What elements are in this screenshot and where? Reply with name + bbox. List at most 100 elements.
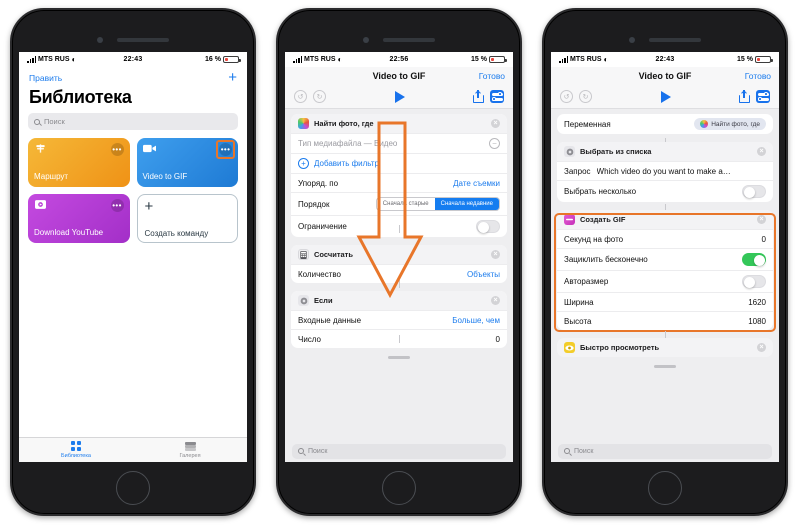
search-placeholder: Поиск: [574, 447, 594, 455]
select-multiple-toggle[interactable]: [742, 185, 766, 198]
block-connector: [399, 280, 400, 288]
row-input-condition[interactable]: Входные данные Больше, чем: [291, 310, 507, 329]
battery-percent-label: 16 %: [205, 56, 221, 63]
row-value[interactable]: 1620: [748, 298, 766, 307]
undo-button[interactable]: ↺: [560, 90, 573, 103]
segment-oldest-first[interactable]: Сначала старые: [376, 198, 435, 210]
row-value[interactable]: 0: [496, 335, 500, 344]
action-block-quick-look[interactable]: Быстро просмотреть ×: [557, 338, 773, 357]
shortcut-menu-button[interactable]: •••: [110, 143, 124, 156]
action-block-variable[interactable]: Переменная Найти фото, где: [557, 114, 773, 134]
sheet-grabber[interactable]: [388, 356, 410, 359]
share-icon[interactable]: [739, 89, 750, 103]
front-camera-icon: [363, 37, 369, 43]
action-block-make-gif[interactable]: Создать GIF × Секунд на фото 0 Зациклить…: [557, 210, 773, 330]
remove-action-button[interactable]: ×: [491, 119, 500, 128]
play-icon[interactable]: [660, 90, 671, 103]
row-select-multiple[interactable]: Выбрать несколько: [557, 180, 773, 202]
row-value[interactable]: 1080: [748, 317, 766, 326]
remove-action-button[interactable]: ×: [757, 147, 766, 156]
row-media-type[interactable]: Тип медиафайла — Видео −: [291, 133, 507, 153]
shortcut-card-marshrut[interactable]: Маршрут •••: [28, 138, 130, 187]
row-variable[interactable]: Переменная Найти фото, где: [557, 114, 773, 134]
row-seconds-per-photo[interactable]: Секунд на фото 0: [557, 229, 773, 248]
row-loop-forever[interactable]: Зациклить бесконечно: [557, 248, 773, 270]
done-button[interactable]: Готово: [479, 71, 505, 81]
row-value[interactable]: 0: [762, 235, 766, 244]
action-block-choose-from-list[interactable]: Выбрать из списка × Запрос Which video d…: [557, 142, 773, 202]
undo-button[interactable]: ↺: [294, 90, 307, 103]
action-block-count[interactable]: Сосчитать × Количество Объекты: [291, 245, 507, 283]
tab-library[interactable]: Библиотека: [19, 441, 133, 459]
phone-3-search-bar[interactable]: Поиск: [551, 440, 779, 462]
row-value[interactable]: Объекты: [467, 270, 500, 279]
status-right: 15 %: [674, 55, 773, 64]
auto-size-toggle[interactable]: [742, 275, 766, 288]
limit-toggle[interactable]: [476, 220, 500, 233]
status-right: 16 %: [142, 55, 241, 64]
row-label: Ограничение: [298, 222, 347, 231]
row-value[interactable]: Больше, чем: [452, 316, 500, 325]
front-camera-icon: [97, 37, 103, 43]
tab-gallery[interactable]: Галерея: [133, 441, 247, 459]
remove-action-button[interactable]: ×: [491, 250, 500, 259]
sliders-icon[interactable]: [756, 90, 770, 103]
wifi-icon: ◐: [603, 54, 609, 64]
editor-title: Video to GIF: [638, 71, 692, 81]
segment-newest-first[interactable]: Сначала недавние: [434, 198, 499, 210]
play-icon[interactable]: [394, 90, 405, 103]
row-prompt[interactable]: Запрос Which video do you want to make a…: [557, 161, 773, 180]
phone-3-column: MTS RUS ◐ 22:43 15 % Video to GIF Готово…: [532, 0, 798, 528]
battery-icon: [223, 55, 241, 64]
home-button[interactable]: [382, 471, 416, 505]
shortcut-card-download-youtube[interactable]: Download YouTube •••: [28, 194, 130, 243]
action-header: Если ×: [291, 291, 507, 310]
row-add-filter[interactable]: + Добавить фильтр: [291, 153, 507, 173]
row-order[interactable]: Порядок Сначала старые Сначала недавние: [291, 192, 507, 215]
add-shortcut-button[interactable]: +: [228, 70, 237, 85]
edit-button[interactable]: Править: [29, 73, 62, 83]
row-value[interactable]: Which video do you want to make a…: [597, 167, 731, 176]
loop-forever-toggle[interactable]: [742, 253, 766, 266]
share-icon[interactable]: [473, 89, 484, 103]
remove-action-button[interactable]: ×: [757, 215, 766, 224]
phone-2-search-bar[interactable]: Поиск: [285, 440, 513, 462]
done-button[interactable]: Готово: [745, 71, 771, 81]
row-width[interactable]: Ширина 1620: [557, 292, 773, 311]
sliders-icon[interactable]: [490, 90, 504, 103]
remove-action-button[interactable]: ×: [757, 343, 766, 352]
order-segmented-control[interactable]: Сначала старые Сначала недавние: [375, 197, 500, 211]
grid-icon: [71, 441, 81, 451]
wifi-icon: ◐: [71, 54, 77, 64]
row-auto-size[interactable]: Авторазмер: [557, 270, 773, 292]
create-shortcut-label: Создать команду: [144, 229, 209, 238]
carrier-label: MTS RUS: [570, 56, 602, 63]
search-input[interactable]: Поиск: [558, 443, 772, 459]
phone-2-navbar: Video to GIF Готово: [285, 67, 513, 85]
phone-2-frame: MTS RUS ◐ 22:56 15 % Video to GIF Готово…: [276, 8, 522, 516]
home-button[interactable]: [648, 471, 682, 505]
redo-button[interactable]: ↻: [579, 90, 592, 103]
sheet-grabber[interactable]: [654, 365, 676, 368]
clock-label: 22:43: [655, 56, 675, 63]
row-height[interactable]: Высота 1080: [557, 311, 773, 330]
row-sort-by[interactable]: Упоряд. по Дате съемки: [291, 173, 507, 192]
signal-bars-icon: [559, 56, 568, 63]
action-block-find-photos[interactable]: Найти фото, где × Тип медиафайла — Видео…: [291, 114, 507, 237]
remove-action-button[interactable]: ×: [491, 296, 500, 305]
search-input[interactable]: Поиск: [292, 443, 506, 459]
create-shortcut-card[interactable]: + Создать команду: [136, 194, 238, 243]
shortcut-card-video-to-gif[interactable]: Video to GIF •••: [136, 138, 238, 187]
shortcut-menu-button[interactable]: •••: [110, 199, 124, 212]
redo-button[interactable]: ↻: [313, 90, 326, 103]
row-value[interactable]: Дате съемки: [453, 179, 500, 188]
minus-icon[interactable]: −: [489, 138, 500, 149]
phone-2-toolbar: ↺ ↻: [285, 85, 513, 109]
photos-icon: [298, 118, 309, 129]
battery-percent-label: 15 %: [737, 56, 753, 63]
variable-pill[interactable]: Найти фото, где: [694, 118, 766, 130]
action-header: Быстро просмотреть ×: [557, 338, 773, 357]
home-button[interactable]: [116, 471, 150, 505]
shortcut-menu-button[interactable]: •••: [219, 143, 232, 156]
search-input[interactable]: Поиск: [28, 113, 238, 130]
